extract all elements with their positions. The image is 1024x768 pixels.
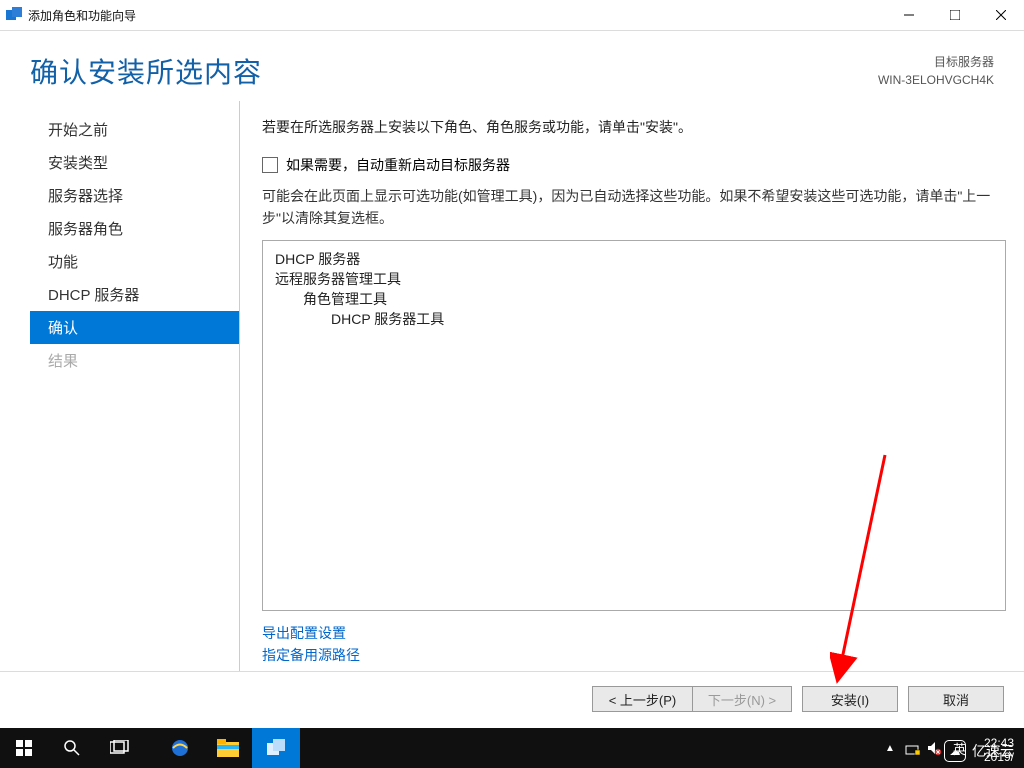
taskbar-ie[interactable] bbox=[156, 728, 204, 768]
task-view-button[interactable] bbox=[96, 728, 144, 768]
server-manager-icon bbox=[6, 7, 22, 23]
wizard-header: 确认安装所选内容 目标服务器 WIN-3ELOHVGCH4K bbox=[0, 30, 1024, 101]
nav-item-server-select[interactable]: 服务器选择 bbox=[30, 179, 239, 212]
taskbar-server-manager[interactable] bbox=[252, 728, 300, 768]
list-item: 远程服务器管理工具 bbox=[275, 269, 993, 289]
close-button[interactable] bbox=[978, 0, 1024, 30]
minimize-button[interactable] bbox=[886, 0, 932, 30]
wizard-nav: 开始之前 安装类型 服务器选择 服务器角色 功能 DHCP 服务器 确认 结果 bbox=[30, 101, 240, 671]
note-text: 可能会在此页面上显示可选功能(如管理工具)，因为已自动选择这些功能。如果不希望安… bbox=[262, 185, 1006, 230]
auto-restart-row: 如果需要，自动重新启动目标服务器 bbox=[262, 155, 1006, 175]
install-button[interactable]: 安装(I) bbox=[802, 686, 898, 712]
titlebar: 添加角色和功能向导 bbox=[0, 0, 1024, 30]
nav-item-features[interactable]: 功能 bbox=[30, 245, 239, 278]
auto-restart-checkbox[interactable] bbox=[262, 157, 278, 173]
export-config-link[interactable]: 导出配置设置 bbox=[262, 623, 1006, 643]
taskbar-explorer[interactable] bbox=[204, 728, 252, 768]
clock-date: 2019/ bbox=[984, 750, 1014, 764]
list-item: DHCP 服务器 bbox=[275, 249, 993, 269]
alt-source-link[interactable]: 指定备用源路径 bbox=[262, 645, 1006, 665]
clock[interactable]: 22:43 2019/ bbox=[974, 732, 1024, 765]
wizard-footer: < 上一步(P) 下一步(N) > 安装(I) 取消 bbox=[0, 671, 1024, 728]
list-item: DHCP 服务器工具 bbox=[275, 309, 993, 329]
volume-icon[interactable] bbox=[923, 740, 945, 756]
clock-time: 22:43 bbox=[984, 736, 1014, 750]
network-icon[interactable] bbox=[901, 740, 923, 756]
nav-item-install-type[interactable]: 安装类型 bbox=[30, 146, 239, 179]
selection-listing: DHCP 服务器 远程服务器管理工具 角色管理工具 DHCP 服务器工具 bbox=[262, 240, 1006, 611]
wizard-content: 若要在所选服务器上安装以下角色、角色服务或功能，请单击"安装"。 如果需要，自动… bbox=[240, 101, 1014, 671]
back-button[interactable]: < 上一步(P) bbox=[592, 686, 692, 712]
nav-item-results: 结果 bbox=[30, 344, 239, 377]
target-server-label: 目标服务器 bbox=[878, 53, 994, 71]
nav-item-before[interactable]: 开始之前 bbox=[30, 113, 239, 146]
nav-item-confirm[interactable]: 确认 bbox=[30, 311, 239, 344]
wizard-body: 开始之前 安装类型 服务器选择 服务器角色 功能 DHCP 服务器 确认 结果 … bbox=[0, 101, 1024, 671]
maximize-button[interactable] bbox=[932, 0, 978, 30]
window-title: 添加角色和功能向导 bbox=[28, 7, 136, 24]
nav-item-server-roles[interactable]: 服务器角色 bbox=[30, 212, 239, 245]
list-item: 角色管理工具 bbox=[275, 289, 993, 309]
search-button[interactable] bbox=[48, 728, 96, 768]
start-button[interactable] bbox=[0, 728, 48, 768]
auto-restart-label: 如果需要，自动重新启动目标服务器 bbox=[286, 155, 510, 175]
nav-item-dhcp[interactable]: DHCP 服务器 bbox=[30, 278, 239, 311]
next-button: 下一步(N) > bbox=[692, 686, 792, 712]
target-server-info: 目标服务器 WIN-3ELOHVGCH4K bbox=[878, 53, 994, 89]
page-title: 确认安装所选内容 bbox=[30, 51, 262, 91]
target-server-value: WIN-3ELOHVGCH4K bbox=[878, 71, 994, 89]
ime-indicator[interactable]: 英 bbox=[945, 739, 974, 758]
taskbar: ▲ 英 22:43 2019/ bbox=[0, 728, 1024, 768]
tray-overflow-icon[interactable]: ▲ bbox=[879, 743, 901, 754]
cancel-button[interactable]: 取消 bbox=[908, 686, 1004, 712]
intro-text: 若要在所选服务器上安装以下角色、角色服务或功能，请单击"安装"。 bbox=[262, 117, 1006, 137]
